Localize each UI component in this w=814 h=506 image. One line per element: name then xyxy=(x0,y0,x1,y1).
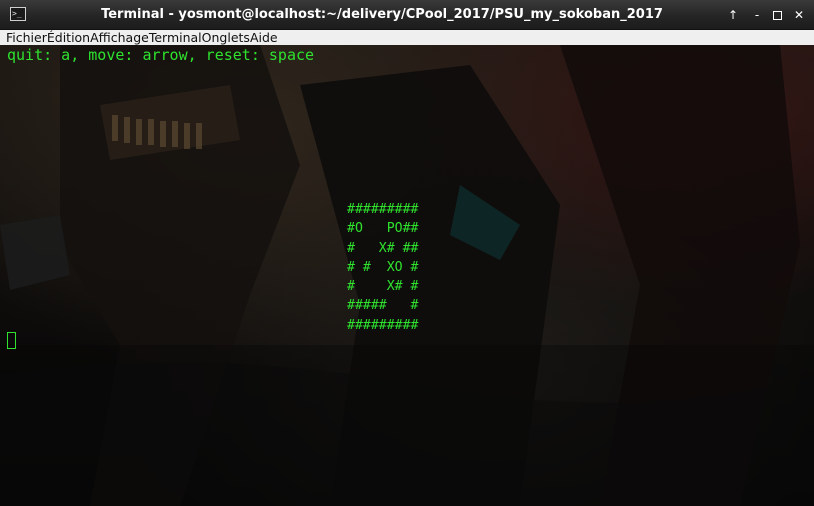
menu-fichier[interactable]: Fichier xyxy=(6,30,47,45)
menu-edition[interactable]: Édition xyxy=(47,30,90,45)
map-row: # X# # xyxy=(347,279,419,295)
menu-bar: FichierÉditionAffichageTerminalOngletsAi… xyxy=(0,30,814,45)
menu-onglets[interactable]: Onglets xyxy=(202,30,250,45)
window-title: Terminal - yosmont@localhost:~/delivery/… xyxy=(101,7,663,22)
close-button[interactable]: ✕ xyxy=(790,6,808,24)
sokoban-map: ######### #O PO## # X# ## # # XO # # X# # ###… xyxy=(347,200,418,335)
menu-affichage[interactable]: Affichage xyxy=(90,30,149,45)
map-row: ##### # xyxy=(347,298,419,314)
terminal-screen[interactable]: quit: a, move: arrow, reset: space #####… xyxy=(0,45,814,506)
title-bar[interactable]: >_ Terminal - yosmont@localhost:~/delive… xyxy=(0,0,814,30)
maximize-icon xyxy=(772,11,782,20)
map-row: ######### xyxy=(347,202,419,217)
help-text: quit: a, move: arrow, reset: space xyxy=(7,46,315,64)
menu-aide[interactable]: Aide xyxy=(250,30,278,45)
menu-terminal[interactable]: Terminal xyxy=(149,30,202,45)
map-row: # # XO # xyxy=(347,259,419,275)
map-row: ######### xyxy=(347,317,419,333)
terminal-window: >_ Terminal - yosmont@localhost:~/delive… xyxy=(0,0,814,506)
maximize-button[interactable] xyxy=(768,6,786,24)
terminal-cursor xyxy=(7,332,16,349)
map-row: #O PO## xyxy=(347,221,419,237)
map-row: # X# ## xyxy=(347,240,419,256)
terminal-icon[interactable]: >_ xyxy=(10,7,26,21)
shade-up-button[interactable]: ↑ xyxy=(724,6,742,24)
minimize-button[interactable]: - xyxy=(748,6,766,24)
